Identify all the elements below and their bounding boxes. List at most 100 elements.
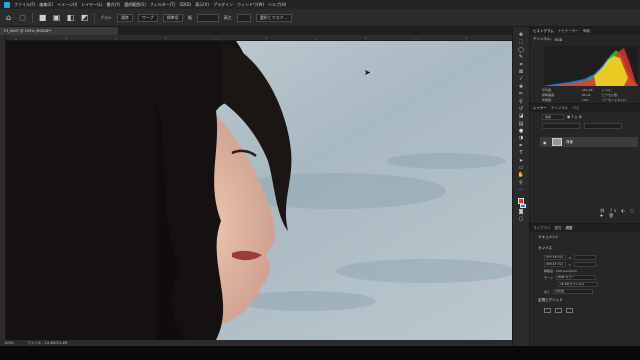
marquee-tool-icon[interactable]: ⬚ — [517, 39, 526, 45]
stat-label: ピクセル数: — [602, 93, 619, 97]
add-selection-icon[interactable]: ▣ — [52, 13, 61, 22]
tab-info[interactable]: 情報 — [583, 29, 590, 34]
canvas-height-field[interactable]: 283.47 mm — [544, 262, 566, 267]
menu-filter[interactable]: フィルター(T) — [150, 2, 175, 8]
ruler-icon[interactable] — [544, 308, 551, 313]
channel-row: チャンネル: RGB — [530, 35, 640, 44]
quick-mask-icon[interactable]: ◙ — [517, 209, 526, 215]
width-field[interactable] — [196, 13, 219, 22]
photo-image — [6, 41, 512, 340]
subtract-selection-icon[interactable]: ◧ — [66, 13, 75, 22]
menu-plugins[interactable]: プラグイン — [213, 2, 233, 8]
color-mode-select[interactable]: RGB カラー — [556, 275, 597, 280]
pen-tool-icon[interactable]: ✒ — [517, 143, 526, 149]
eye-icon[interactable]: ◉ — [543, 140, 548, 145]
more-tools-icon[interactable]: ⋯ — [517, 187, 526, 193]
move-tool-icon[interactable]: ✥ — [517, 32, 526, 38]
document-canvas[interactable]: ➤ — [6, 41, 512, 340]
hand-tool-icon[interactable]: ✋ — [517, 173, 526, 179]
menu-type[interactable]: 書式(Y) — [107, 2, 121, 8]
histogram-tabs: ヒストグラム ナビゲーター 情報 — [530, 27, 640, 35]
intersect-selection-icon[interactable]: ◩ — [80, 13, 89, 22]
stat-value — [632, 93, 640, 97]
type-tool-icon[interactable]: T — [517, 150, 526, 156]
filter-icons[interactable]: ▣ T ◻ ⚙ — [567, 115, 582, 119]
blur-tool-icon[interactable]: ● — [517, 128, 526, 134]
zoom-level[interactable]: 100% — [4, 341, 14, 345]
menu-select[interactable]: 選択範囲(S) — [124, 2, 146, 8]
layer-filter-row: 種類 ▣ T ◻ ⚙ — [542, 114, 582, 120]
background-color-swatch[interactable] — [520, 203, 526, 208]
tab-properties[interactable]: 調整 — [566, 226, 573, 231]
tab-channels[interactable]: チャンネル — [551, 106, 568, 111]
healing-brush-tool-icon[interactable]: ✚ — [517, 84, 526, 90]
layer-blend-row — [542, 123, 622, 129]
layer-blend-select[interactable] — [542, 123, 580, 129]
menu-layer[interactable]: レイヤー(L) — [81, 2, 102, 8]
height-label: 高さ — [223, 14, 232, 20]
stat-label: 中間値: — [542, 98, 553, 102]
canvas-section-title[interactable]: カンバス — [530, 243, 640, 254]
blend-mode-select[interactable]: 通常 — [116, 13, 133, 22]
new-selection-icon[interactable]: ■ — [38, 13, 47, 22]
height-field[interactable] — [236, 13, 251, 22]
quick-select-tool-icon[interactable]: ✎ — [517, 54, 526, 60]
layer-item-background[interactable]: ◉ 背景 — [540, 137, 638, 147]
eraser-tool-icon[interactable]: ◪ — [517, 113, 526, 119]
path-select-tool-icon[interactable]: ➤ — [517, 158, 526, 164]
layer-kind-filter[interactable]: 種類 — [542, 114, 564, 120]
grid-icon[interactable] — [555, 308, 562, 313]
crop-tool-icon[interactable]: ⌗ — [517, 62, 526, 68]
canvas-width-field[interactable]: 377.78 mm — [544, 255, 566, 260]
menu-3d[interactable]: 3D(D) — [179, 2, 191, 7]
layer-opacity-field[interactable] — [584, 123, 622, 129]
history-brush-tool-icon[interactable]: ↺ — [517, 106, 526, 112]
zoom-tool-icon[interactable]: ⚲ — [517, 180, 526, 186]
menu-help[interactable]: ヘルプ(H) — [268, 2, 286, 8]
guide-icon[interactable] — [566, 308, 573, 313]
options-divider — [32, 12, 33, 23]
shape-tool-icon[interactable]: ▭ — [517, 165, 526, 171]
lasso-tool-icon[interactable]: ◯ — [517, 47, 526, 53]
canvas-height-row: 283.47 mm Y — [530, 261, 640, 268]
eyedropper-tool-icon[interactable]: ⁄ — [517, 76, 526, 82]
tab-layers[interactable]: レイヤー — [533, 106, 547, 111]
home-icon[interactable]: ⌂ — [4, 13, 13, 22]
channel-select[interactable]: RGB — [555, 38, 563, 42]
layer-actions[interactable]: ⛓ fx ◐ ▢ ✚ 🗑 — [600, 208, 640, 218]
gradient-tool-icon[interactable]: ▤ — [517, 121, 526, 127]
stat-value: 101.98 — [582, 88, 593, 92]
menu-image[interactable]: イメージ(I) — [57, 2, 77, 8]
frame-tool-icon[interactable]: ⊠ — [517, 69, 526, 75]
style-select[interactable]: 標準用 — [162, 13, 183, 22]
properties-panel: ライブラリ 属性 調整 ドキュメント カンバス 377.78 mm X 283.… — [530, 223, 640, 346]
rulers-grid-section-title[interactable]: 定規とグリッド — [530, 295, 640, 306]
tab-histogram[interactable]: ヒストグラム — [533, 29, 554, 34]
menu-edit[interactable]: 編集(E) — [39, 2, 53, 8]
dodge-tool-icon[interactable]: ◑ — [517, 136, 526, 142]
select-and-mask-button[interactable]: 選択とマスク... — [255, 13, 292, 22]
menu-view[interactable]: 表示(V) — [195, 2, 209, 8]
y-label: Y — [569, 262, 571, 267]
screen-mode-icon[interactable]: ▢ — [517, 216, 526, 222]
tab-paths[interactable]: パス — [572, 106, 579, 111]
tab-adjustments[interactable]: 属性 — [555, 226, 562, 231]
canvas-x-field[interactable] — [574, 255, 597, 260]
menu-window[interactable]: ウィンドウ(W) — [237, 2, 264, 8]
bit-depth-select[interactable]: 16 bit/チャンネル — [558, 282, 598, 287]
document-tab[interactable]: F3_0607 @ 100% (RGB/8*) — [0, 27, 118, 35]
rulers-grid-icons — [530, 306, 640, 315]
stat-label: 平均値: — [542, 88, 553, 92]
warp-button[interactable]: ワープ — [137, 13, 158, 22]
brush-tool-icon[interactable]: ✏ — [517, 91, 526, 97]
tab-navigator[interactable]: ナビゲーター — [558, 29, 579, 34]
mode-label: モード — [544, 275, 554, 280]
clone-stamp-tool-icon[interactable]: ⚲ — [517, 99, 526, 105]
canvas-y-field[interactable] — [573, 262, 596, 267]
tab-libraries[interactable]: ライブラリ — [533, 226, 551, 231]
options-divider — [94, 12, 95, 23]
fill-select[interactable]: 背景色 — [553, 289, 594, 294]
layer-thumbnail — [552, 138, 562, 146]
menu-file[interactable]: ファイル(F) — [14, 2, 35, 8]
tool-preset-icon[interactable]: ◌ — [18, 13, 27, 22]
